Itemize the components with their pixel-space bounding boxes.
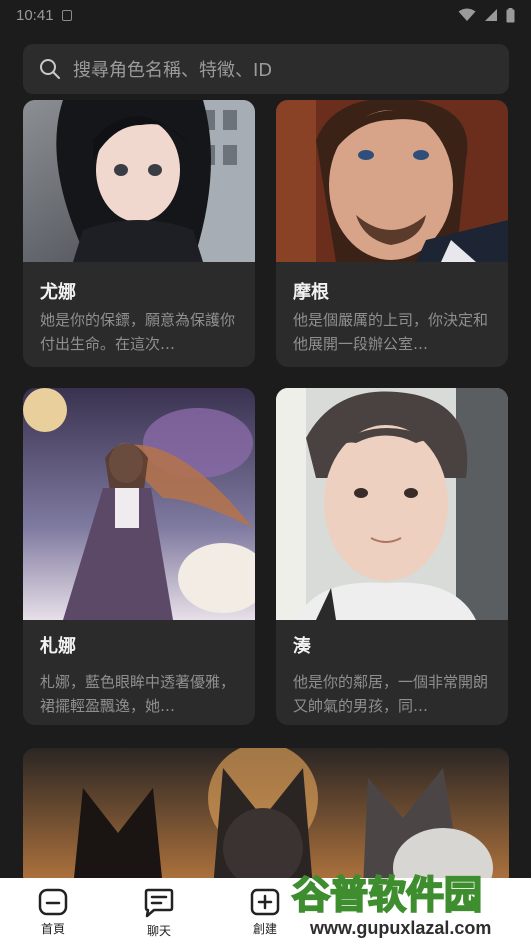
watermark-url: www.gupuxlazal.com bbox=[309, 918, 491, 938]
nav-chat[interactable]: 聊天 bbox=[106, 878, 212, 945]
character-image bbox=[276, 388, 508, 620]
character-name: 尤娜 bbox=[40, 282, 76, 303]
character-name: 摩根 bbox=[293, 282, 329, 303]
watermark-logo: 谷普软件园 www.gupuxlazal.com bbox=[291, 872, 491, 938]
chat-icon bbox=[144, 888, 174, 918]
wifi-icon bbox=[458, 8, 476, 21]
home-icon bbox=[38, 888, 68, 916]
nav-label: 首頁 bbox=[40, 922, 65, 936]
character-description: 他是你的鄰居，一個非常開朗又帥氣的男孩，同… bbox=[293, 673, 489, 715]
character-card[interactable]: 湊 他是你的鄰居，一個非常開朗又帥氣的男孩，同… bbox=[276, 388, 508, 725]
nav-home[interactable]: 首頁 bbox=[0, 878, 106, 945]
notification-icon bbox=[61, 9, 72, 21]
character-name: 湊 bbox=[293, 636, 311, 657]
character-description: 札娜，藍色眼眸中透著優雅，裙擺輕盈飄逸，她… bbox=[40, 673, 236, 715]
status-time: 10:41 bbox=[16, 6, 54, 24]
status-bar: 10:41 bbox=[0, 0, 531, 30]
character-card[interactable]: 摩根 他是個嚴厲的上司，你決定和他展開一段辦公室… bbox=[276, 100, 508, 367]
search-input[interactable]: 搜尋角色名稱、特徵、ID bbox=[73, 56, 272, 82]
nav-label: 聊天 bbox=[146, 924, 171, 938]
status-icons bbox=[458, 7, 515, 23]
character-image bbox=[23, 388, 255, 620]
watermark-title: 谷普软件园 bbox=[292, 873, 482, 917]
character-name: 札娜 bbox=[40, 636, 76, 657]
character-card[interactable]: 尤娜 她是你的保鏢，願意為保護你付出生命。在這次… bbox=[23, 100, 255, 367]
search-icon bbox=[40, 59, 60, 79]
character-description: 她是你的保鏢，願意為保護你付出生命。在這次… bbox=[40, 311, 236, 353]
character-description: 他是個嚴厲的上司，你決定和他展開一段辦公室… bbox=[293, 311, 489, 353]
create-icon bbox=[250, 888, 280, 916]
signal-icon bbox=[485, 9, 497, 21]
character-card[interactable]: 札娜 札娜，藍色眼眸中透著優雅，裙擺輕盈飄逸，她… bbox=[23, 388, 255, 725]
battery-icon bbox=[506, 7, 515, 22]
nav-label: 創建 bbox=[252, 922, 277, 936]
character-image bbox=[276, 100, 508, 262]
character-image bbox=[23, 100, 255, 262]
search-bar[interactable]: 搜尋角色名稱、特徵、ID bbox=[23, 44, 509, 94]
